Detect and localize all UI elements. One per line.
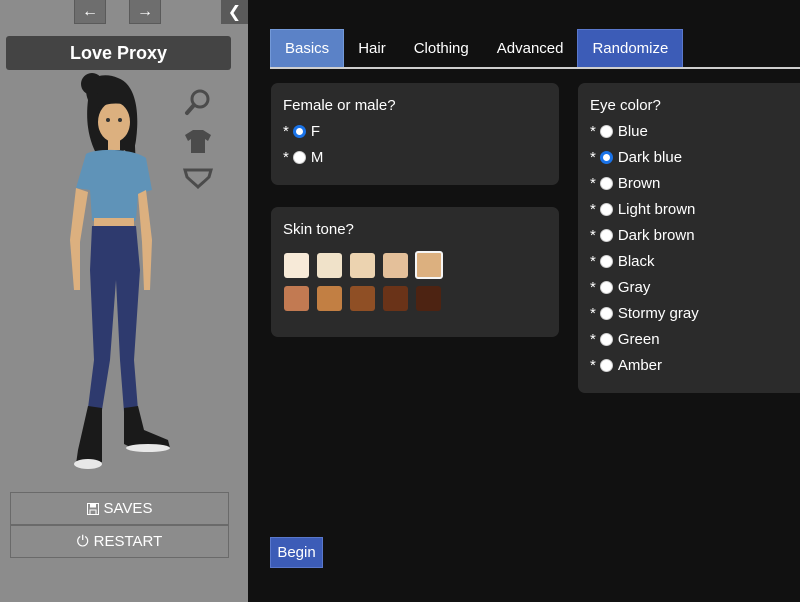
- saves-button[interactable]: SAVES: [10, 492, 229, 525]
- required-mark: *: [590, 226, 596, 244]
- skin-swatch[interactable]: [350, 253, 375, 278]
- skin-tone-card: Skin tone?: [271, 207, 559, 337]
- skin-swatch[interactable]: [416, 286, 441, 311]
- floppy-icon: [86, 502, 99, 515]
- skin-swatch[interactable]: [317, 286, 342, 311]
- tab-advanced[interactable]: Advanced: [483, 29, 578, 68]
- required-mark: *: [590, 174, 596, 192]
- radio-button[interactable]: [599, 150, 613, 164]
- eye-option[interactable]: * Light brown: [590, 199, 695, 219]
- option-label: M: [310, 148, 324, 166]
- skin-swatch[interactable]: [415, 251, 443, 279]
- gender-card: Female or male? * F * M: [271, 83, 559, 185]
- radio-button[interactable]: [292, 150, 306, 164]
- tab-divider: [270, 67, 800, 69]
- eye-option[interactable]: * Dark blue: [590, 147, 682, 167]
- required-mark: *: [590, 148, 596, 166]
- shirt-icon[interactable]: [183, 126, 213, 156]
- tab-basics[interactable]: Basics: [270, 29, 345, 68]
- option-label: Dark blue: [617, 148, 683, 166]
- begin-button[interactable]: Begin: [270, 537, 323, 568]
- arrow-right-icon: →: [137, 2, 153, 20]
- restart-label: RESTART: [93, 533, 163, 550]
- required-mark: *: [590, 304, 596, 322]
- skin-swatch[interactable]: [350, 286, 375, 311]
- option-label: Black: [617, 252, 655, 270]
- required-mark: *: [590, 278, 596, 296]
- eye-color-card: Eye color? * Blue * Dark blue * Brown * Light b…: [578, 83, 800, 393]
- chevron-left-icon: ❮: [227, 3, 242, 21]
- option-label: Amber: [617, 356, 663, 374]
- radio-button[interactable]: [599, 176, 613, 190]
- restart-button[interactable]: ⏻ RESTART: [10, 525, 229, 558]
- radio-button[interactable]: [599, 254, 613, 268]
- eye-question: Eye color?: [590, 97, 661, 114]
- nav-forward-button[interactable]: →: [129, 0, 161, 24]
- required-mark: *: [283, 122, 289, 140]
- eye-option[interactable]: * Stormy gray: [590, 303, 699, 323]
- zoom-icon[interactable]: [183, 87, 213, 117]
- gender-question: Female or male?: [283, 97, 396, 114]
- required-mark: *: [590, 330, 596, 348]
- radio-button[interactable]: [599, 124, 613, 138]
- power-icon: ⏻: [76, 533, 89, 550]
- sidebar-toggle-button[interactable]: ❮: [221, 0, 248, 24]
- eye-option[interactable]: * Blue: [590, 121, 648, 141]
- required-mark: *: [590, 122, 596, 140]
- eye-option[interactable]: * Amber: [590, 355, 662, 375]
- option-label: Dark brown: [617, 226, 695, 244]
- required-mark: *: [590, 252, 596, 270]
- eye-option[interactable]: * Gray: [590, 277, 650, 297]
- option-label: Blue: [617, 122, 648, 140]
- radio-button[interactable]: [599, 280, 613, 294]
- saves-label: SAVES: [103, 500, 153, 517]
- radio-button[interactable]: [599, 358, 613, 372]
- underwear-icon[interactable]: [183, 163, 213, 193]
- story-title: Love Proxy: [6, 36, 231, 70]
- randomize-button[interactable]: Randomize: [577, 29, 684, 68]
- skin-swatch[interactable]: [317, 253, 342, 278]
- required-mark: *: [590, 200, 596, 218]
- skin-swatch[interactable]: [284, 286, 309, 311]
- nav-back-button[interactable]: ←: [74, 0, 106, 24]
- radio-button[interactable]: [292, 124, 306, 138]
- option-label: Gray: [617, 278, 651, 296]
- gender-option-m[interactable]: * M: [283, 147, 323, 167]
- skin-question: Skin tone?: [283, 221, 354, 238]
- required-mark: *: [590, 356, 596, 374]
- option-label: Light brown: [617, 200, 696, 218]
- radio-button[interactable]: [599, 228, 613, 242]
- avatar: [40, 70, 190, 480]
- tab-hair[interactable]: Hair: [344, 29, 400, 68]
- option-label: Brown: [617, 174, 661, 192]
- sidebar: ← → ❮ Love Proxy SAVES ⏻ RESTART: [0, 0, 248, 602]
- skin-swatch[interactable]: [383, 286, 408, 311]
- arrow-left-icon: ←: [82, 2, 98, 20]
- option-label: Green: [617, 330, 660, 348]
- eye-option[interactable]: * Black: [590, 251, 655, 271]
- eye-option[interactable]: * Dark brown: [590, 225, 695, 245]
- eye-option[interactable]: * Brown: [590, 173, 660, 193]
- radio-button[interactable]: [599, 306, 613, 320]
- gender-option-f[interactable]: * F: [283, 121, 320, 141]
- radio-button[interactable]: [599, 202, 613, 216]
- radio-button[interactable]: [599, 332, 613, 346]
- eye-option[interactable]: * Green: [590, 329, 660, 349]
- required-mark: *: [283, 148, 289, 166]
- tab-clothing[interactable]: Clothing: [400, 29, 483, 68]
- skin-swatch[interactable]: [284, 253, 309, 278]
- option-label: Stormy gray: [617, 304, 699, 322]
- tab-bar: Basics Hair Clothing Advanced Randomize: [270, 29, 684, 68]
- skin-swatch[interactable]: [383, 253, 408, 278]
- option-label: F: [310, 122, 321, 140]
